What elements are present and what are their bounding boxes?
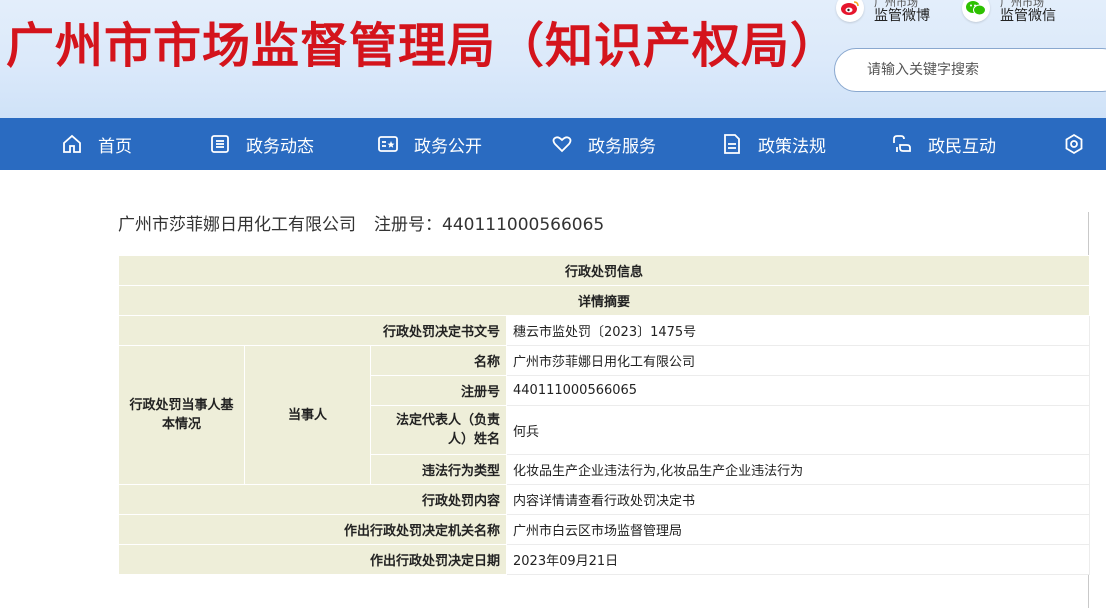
nav-label: 政务动态	[246, 136, 314, 157]
reg-number: 440111000566065	[442, 215, 605, 235]
company-name: 广州市莎菲娜日用化工有限公司	[118, 215, 356, 235]
header-banner: 广州市市场监督管理局（知识产权局） 广州市场 监管微博 广州市场 监管微信	[0, 0, 1106, 118]
name-label: 名称	[370, 345, 507, 376]
penalty-info-table: 行政处罚信息 详情摘要 行政处罚决定书文号 穗云市监处罚〔2023〕1475号 …	[117, 255, 1091, 575]
interaction-icon	[890, 132, 914, 156]
company-heading: 广州市莎菲娜日用化工有限公司 注册号：440111000566065	[118, 210, 604, 235]
document-icon	[720, 132, 744, 156]
decision-date-value: 2023年09月21日	[505, 544, 1091, 575]
nav-policy[interactable]: 政策法规	[720, 118, 826, 170]
wechat-icon	[962, 0, 990, 22]
nav-services[interactable]: 政务服务	[550, 118, 656, 170]
section-title: 行政处罚信息	[117, 255, 1091, 286]
nav-label: 政策法规	[758, 136, 826, 157]
news-icon	[208, 132, 232, 156]
open-info-icon	[376, 132, 400, 156]
violation-type-label: 违法行为类型	[370, 454, 507, 485]
table-header-row: 详情摘要	[117, 285, 1091, 316]
table-row: 行政处罚决定书文号 穗云市监处罚〔2023〕1475号	[118, 315, 1091, 346]
home-icon	[60, 132, 84, 156]
weibo-icon	[836, 0, 864, 22]
violation-type-value: 化妆品生产企业违法行为,化妆品生产企业违法行为	[505, 454, 1091, 485]
name-value: 广州市莎菲娜日用化工有限公司	[505, 345, 1091, 376]
table-header-row: 行政处罚信息	[117, 255, 1091, 286]
nav-news[interactable]: 政务动态	[208, 118, 314, 170]
nav-more[interactable]	[1062, 118, 1100, 170]
search-box	[834, 48, 1106, 92]
table-row: 作出行政处罚决定日期 2023年09月21日	[118, 544, 1091, 575]
nav-label: 政务公开	[414, 136, 482, 157]
weibo-link[interactable]: 广州市场 监管微博	[836, 0, 930, 34]
nav-interaction[interactable]: 政民互动	[890, 118, 996, 170]
wechat-link[interactable]: 广州市场 监管微信	[962, 0, 1056, 34]
search-input[interactable]	[865, 61, 1099, 79]
reg-label: 注册号：	[374, 215, 442, 235]
heart-icon	[550, 132, 574, 156]
weibo-label: 监管微博	[874, 8, 930, 24]
main-nav: 首页 政务动态 政务公开 政务服务 政策法规 政民互动	[0, 118, 1106, 170]
table-row: 行政处罚当事人基本情况 当事人 名称 广州市莎菲娜日用化工有限公司	[118, 345, 1091, 485]
nav-label: 首页	[98, 136, 132, 157]
table-row: 作出行政处罚决定机关名称 广州市白云区市场监督管理局	[118, 514, 1091, 545]
party-basic-label: 行政处罚当事人基本情况	[118, 345, 245, 485]
decision-no-value: 穗云市监处罚〔2023〕1475号	[505, 315, 1091, 346]
site-title[interactable]: 广州市市场监督管理局（知识产权局）	[6, 6, 839, 76]
nav-label: 政务服务	[588, 136, 656, 157]
section-subtitle: 详情摘要	[117, 285, 1091, 316]
decision-no-label: 行政处罚决定书文号	[118, 315, 507, 346]
legal-rep-label: 法定代表人（负责人）姓名	[370, 405, 507, 455]
authority-label: 作出行政处罚决定机关名称	[118, 514, 507, 545]
table-row: 行政处罚内容 内容详情请查看行政处罚决定书	[118, 484, 1091, 515]
penalty-content-value: 内容详情请查看行政处罚决定书	[505, 484, 1091, 515]
penalty-content-label: 行政处罚内容	[118, 484, 507, 515]
reg-no-label: 注册号	[370, 375, 507, 406]
nav-open-info[interactable]: 政务公开	[376, 118, 482, 170]
nav-home[interactable]: 首页	[60, 118, 132, 170]
weibo-line1: 广州市场	[874, 0, 918, 8]
authority-value: 广州市白云区市场监督管理局	[505, 514, 1091, 545]
wechat-line1: 广州市场	[1000, 0, 1044, 8]
party-label: 当事人	[244, 345, 371, 485]
decision-date-label: 作出行政处罚决定日期	[118, 544, 507, 575]
legal-rep-value: 何兵	[505, 405, 1091, 455]
nav-label: 政民互动	[928, 136, 996, 157]
wechat-label: 监管微信	[1000, 8, 1056, 24]
settings-icon	[1062, 132, 1086, 156]
reg-no-value: 440111000566065	[505, 375, 1091, 406]
